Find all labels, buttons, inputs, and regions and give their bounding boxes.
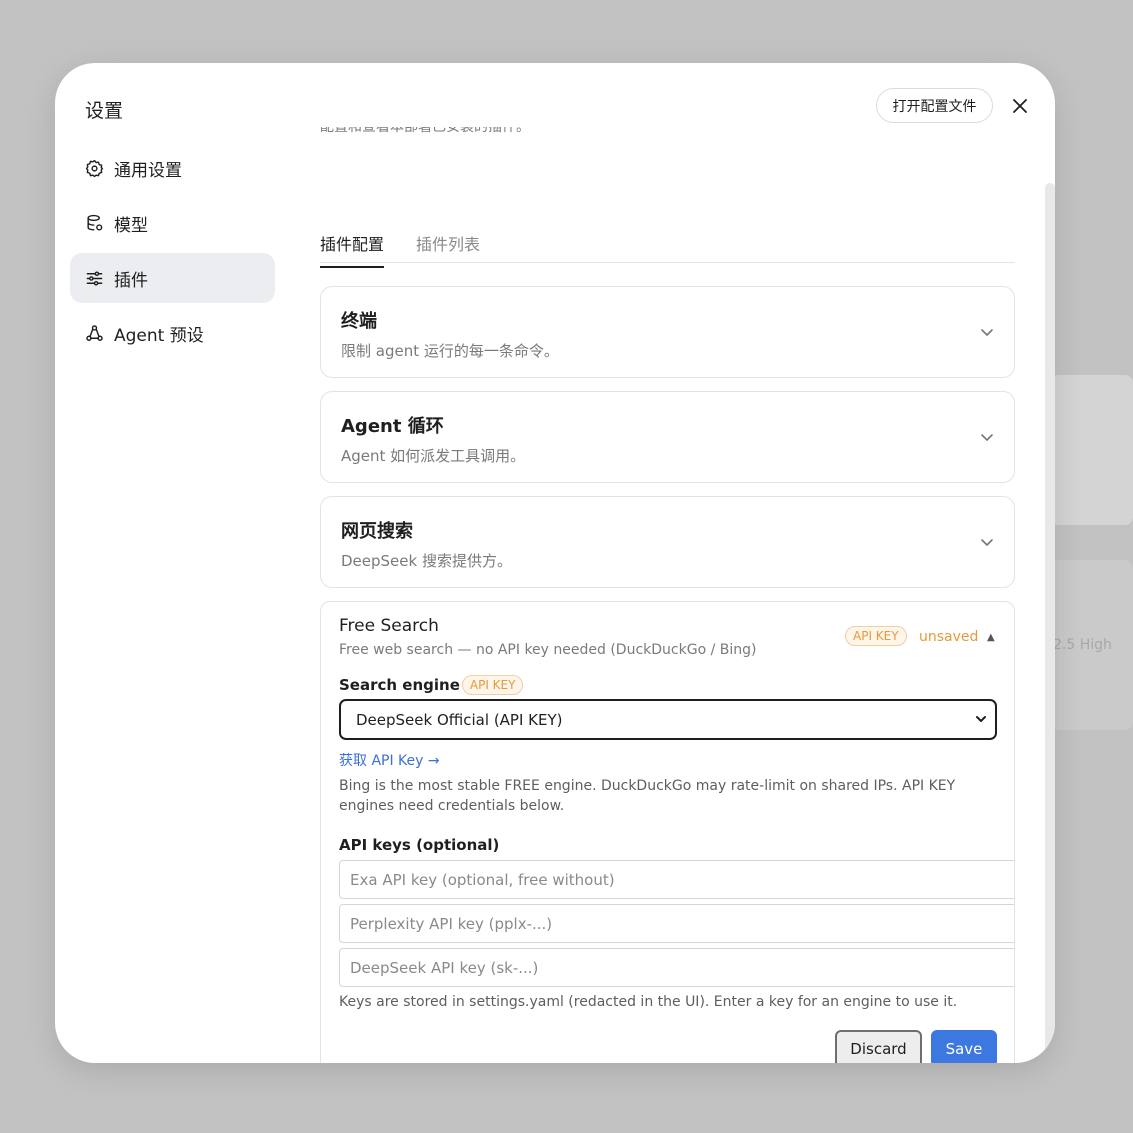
free-search-desc: Free web search — no API key needed (Duc… — [339, 642, 757, 658]
chevron-down-icon — [976, 716, 986, 722]
sidebar-item-models[interactable]: 模型 — [70, 198, 275, 248]
api-key-badge: API KEY — [461, 675, 524, 695]
plugin-tabs: 插件配置 插件列表 — [320, 221, 1015, 268]
section-desc: 限制 agent 运行的每一条命令。 — [341, 342, 559, 360]
close-icon — [1013, 99, 1027, 113]
section-agent-loop[interactable]: Agent 循环 Agent 如何派发工具调用。 — [320, 391, 1015, 483]
sidebar-item-agent-presets[interactable]: Agent 预设 — [70, 308, 275, 358]
chevron-down-icon — [981, 539, 993, 546]
free-search-panel: Free Search Free web search — no API key… — [320, 601, 1015, 1063]
section-title: 终端 — [341, 311, 377, 332]
settings-modal: 设置 通用设置 模型 插件 Agent 预设 打开配置文件 配置和查看本部署已安… — [55, 63, 1055, 1063]
input-placeholder: DeepSeek API key (sk-...) — [350, 958, 539, 977]
sidebar-item-label: Agent 预设 — [114, 325, 204, 346]
api-key-badge: API KEY — [845, 626, 907, 646]
input-placeholder: Exa API key (optional, free without) — [350, 870, 615, 889]
modal-title: 设置 — [85, 100, 124, 122]
chevron-down-icon — [981, 434, 993, 441]
chevron-down-icon — [981, 329, 993, 336]
unsaved-status: unsaved — [919, 629, 979, 645]
content-scrollbar[interactable] — [1045, 183, 1055, 1063]
sliders-icon — [85, 269, 104, 288]
select-value: DeepSeek Official (API KEY) — [356, 710, 563, 729]
sidebar-item-general[interactable]: 通用设置 — [70, 143, 275, 193]
deepseek-api-key-input[interactable]: DeepSeek API key (sk-...) — [339, 948, 1014, 987]
engine-help-text: Bing is the most stable FREE engine. Duc… — [339, 778, 956, 814]
sidebar-nav: 通用设置 模型 插件 Agent 预设 — [70, 143, 275, 363]
close-button[interactable] — [1009, 95, 1031, 117]
section-terminal[interactable]: 终端 限制 agent 运行的每一条命令。 — [320, 286, 1015, 378]
perplexity-api-key-input[interactable]: Perplexity API key (pplx-...) — [339, 904, 1014, 943]
exa-api-key-input[interactable]: Exa API key (optional, free without) — [339, 860, 1014, 899]
section-title: 网页搜索 — [341, 521, 413, 542]
gear-icon — [85, 159, 104, 178]
tab-plugin-list[interactable]: 插件列表 — [416, 231, 480, 266]
sidebar-item-plugins[interactable]: 插件 — [70, 253, 275, 303]
agent-icon — [85, 324, 104, 343]
background-hint-text: 2.5 High — [1053, 637, 1112, 653]
sidebar-item-label: 通用设置 — [114, 160, 182, 181]
database-icon — [85, 214, 104, 233]
section-title: Agent 循环 — [341, 416, 444, 437]
background-panel — [1050, 375, 1133, 525]
sidebar-item-label: 插件 — [114, 270, 148, 291]
free-search-title: Free Search — [339, 616, 439, 636]
section-desc: Agent 如何派发工具调用。 — [341, 447, 526, 465]
collapse-caret-icon[interactable]: ▲ — [987, 632, 995, 643]
keys-storage-note: Keys are stored in settings.yaml (redact… — [339, 994, 958, 1010]
save-button[interactable]: Save — [931, 1030, 997, 1063]
section-desc: DeepSeek 搜索提供方。 — [341, 552, 512, 570]
tab-plugin-config[interactable]: 插件配置 — [320, 231, 385, 268]
search-engine-select[interactable]: DeepSeek Official (API KEY) — [339, 699, 997, 740]
discard-button[interactable]: Discard — [835, 1030, 922, 1063]
plugin-settings-content: 配置和查看本部署已安装的插件。 插件配置 插件列表 终端 限制 agent 运行… — [320, 123, 1015, 1063]
get-api-key-link[interactable]: 获取 API Key → — [339, 750, 440, 770]
api-keys-label: API keys (optional) — [339, 836, 500, 854]
search-engine-label: Search engine API KEY — [339, 675, 524, 695]
sidebar-item-label: 模型 — [114, 215, 148, 236]
input-placeholder: Perplexity API key (pplx-...) — [350, 914, 553, 933]
section-web-search[interactable]: 网页搜索 DeepSeek 搜索提供方。 — [320, 496, 1015, 588]
page-description: 配置和查看本部署已安装的插件。 — [320, 127, 530, 135]
open-config-button[interactable]: 打开配置文件 — [876, 88, 993, 123]
